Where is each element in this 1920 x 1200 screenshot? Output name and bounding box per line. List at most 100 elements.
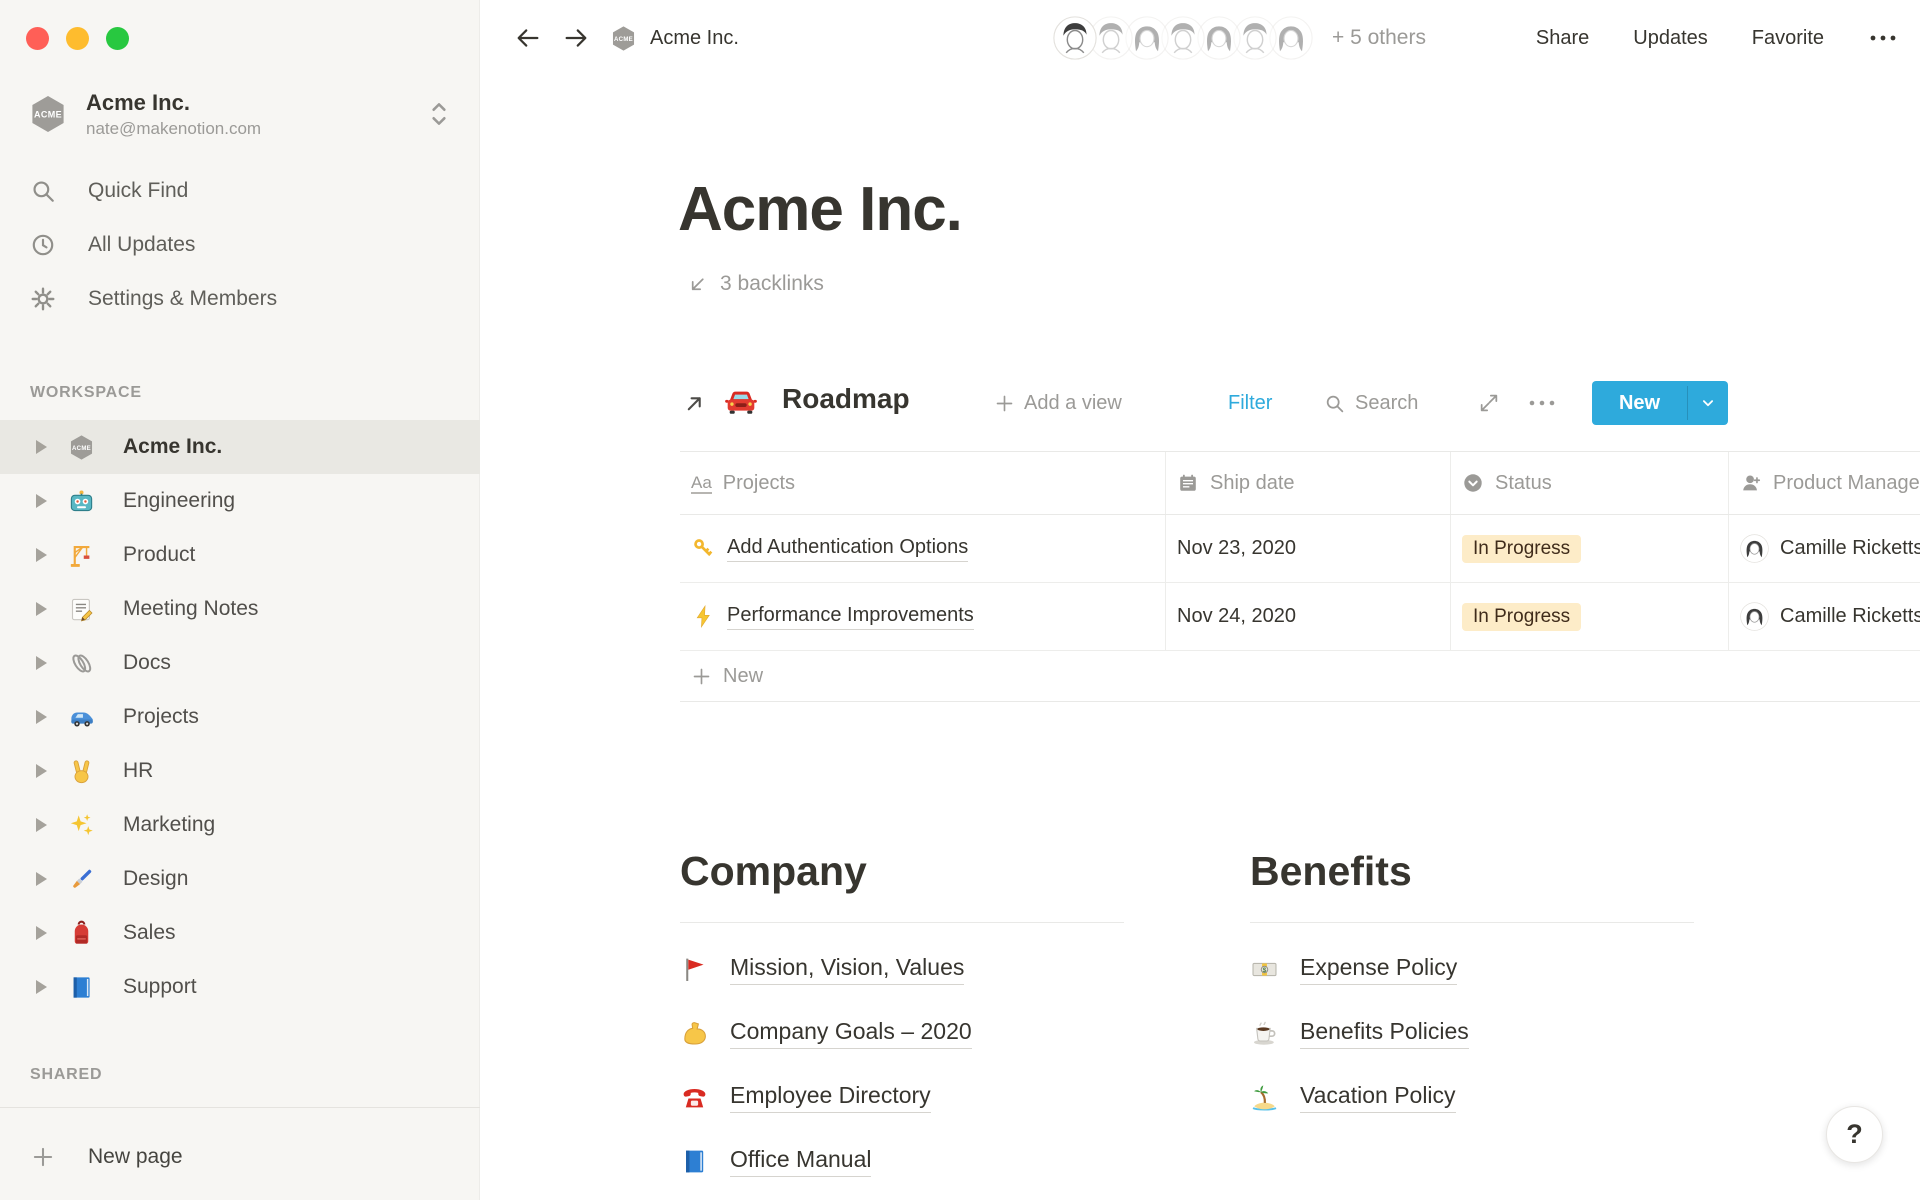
page-link-vacation-policy[interactable]: Vacation Policy <box>1250 1065 1722 1129</box>
phone-icon <box>680 1083 709 1112</box>
sidebar-page-engineering[interactable]: Engineering <box>0 474 480 528</box>
filter-button[interactable]: Filter <box>1228 379 1272 427</box>
expand-toggle-icon[interactable] <box>36 710 47 724</box>
collection-title[interactable]: Roadmap <box>782 383 910 415</box>
updates-button[interactable]: Updates <box>1633 27 1708 50</box>
page-link-company-goals[interactable]: Company Goals – 2020 <box>680 1001 1152 1065</box>
sidebar-item-label: Settings & Members <box>88 287 277 311</box>
backlink-arrow-icon <box>686 273 709 296</box>
avatar-overflow-count[interactable]: + 5 others <box>1332 0 1426 76</box>
expand-toggle-icon[interactable] <box>36 764 47 778</box>
favorite-button[interactable]: Favorite <box>1752 27 1824 50</box>
project-link[interactable]: Performance Improvements <box>727 604 974 630</box>
workspace-switcher[interactable]: Acme Inc. nate@makenotion.com <box>14 84 466 144</box>
avatar <box>1740 602 1769 631</box>
help-button[interactable]: ? <box>1826 1106 1883 1163</box>
backlinks-button[interactable]: 3 backlinks <box>686 272 824 296</box>
expand-toggle-icon[interactable] <box>36 980 47 994</box>
back-arrow-icon[interactable] <box>514 24 542 52</box>
sidebar-page-product[interactable]: Product <box>0 528 480 582</box>
sidebar-item-settings-members[interactable]: Settings & Members <box>0 272 480 326</box>
sidebar-page-marketing[interactable]: Marketing <box>0 798 480 852</box>
chevron-up-down-icon[interactable] <box>426 99 452 129</box>
expand-toggle-icon[interactable] <box>36 602 47 616</box>
acme-logo <box>68 434 95 461</box>
page-link-mission-vision-values[interactable]: Mission, Vision, Values <box>680 937 1152 1001</box>
flag-icon <box>680 955 709 984</box>
key-icon <box>691 536 716 561</box>
workspace-meta: Acme Inc. nate@makenotion.com <box>86 90 261 139</box>
column-header-ship-date[interactable]: Ship date <box>1166 452 1451 514</box>
expand-toggle-icon[interactable] <box>36 494 47 508</box>
sidebar-page-design[interactable]: Design <box>0 852 480 906</box>
more-options-icon[interactable] <box>1868 26 1898 50</box>
expand-toggle-icon[interactable] <box>36 440 47 454</box>
expand-toggle-icon[interactable] <box>36 818 47 832</box>
expand-toggle-icon[interactable] <box>36 548 47 562</box>
project-cell[interactable]: Performance Improvements <box>680 583 1166 650</box>
sidebar-page-support[interactable]: Support <box>0 960 480 1014</box>
text-property-icon: Aa <box>691 473 712 494</box>
forward-arrow-icon[interactable] <box>562 24 590 52</box>
robot-icon <box>68 488 95 515</box>
share-button[interactable]: Share <box>1536 27 1589 50</box>
page-link-office-manual[interactable]: Office Manual <box>680 1129 1152 1193</box>
sidebar-item-all-updates[interactable]: All Updates <box>0 218 480 272</box>
new-item-dropdown[interactable] <box>1688 381 1728 425</box>
close-window-button[interactable] <box>26 27 49 50</box>
gear-icon <box>30 286 56 312</box>
zoom-window-button[interactable] <box>106 27 129 50</box>
new-page-button[interactable]: New page <box>0 1124 480 1190</box>
sidebar-page-meeting-notes[interactable]: Meeting Notes <box>0 582 480 636</box>
column-header-projects[interactable]: Aa Projects <box>680 452 1166 514</box>
page-link-benefits-policies[interactable]: Benefits Policies <box>1250 1001 1722 1065</box>
project-cell[interactable]: Add Authentication Options <box>680 515 1166 582</box>
book-icon <box>680 1147 709 1176</box>
column-label: Product Manager <box>1773 472 1920 495</box>
ship-date-cell[interactable]: Nov 24, 2020 <box>1166 583 1451 650</box>
page-link-label: Expense Policy <box>1300 954 1457 985</box>
new-item-button[interactable]: New <box>1592 381 1728 425</box>
status-cell[interactable]: In Progress <box>1451 583 1729 650</box>
add-view-button[interactable]: Add a view <box>994 379 1122 427</box>
open-as-page-icon[interactable] <box>682 391 707 416</box>
chevron-down-icon <box>1699 394 1717 412</box>
sidebar-page-sales[interactable]: Sales <box>0 906 480 960</box>
sidebar-page-docs[interactable]: Docs <box>0 636 480 690</box>
page-link-employee-directory[interactable]: Employee Directory <box>680 1065 1152 1129</box>
sidebar-page-projects[interactable]: Projects <box>0 690 480 744</box>
victory-hand-icon <box>68 758 95 785</box>
owner-cell[interactable]: Camille Ricketts <box>1729 583 1920 650</box>
project-link[interactable]: Add Authentication Options <box>727 536 968 562</box>
sidebar-page-hr[interactable]: HR <box>0 744 480 798</box>
table-row[interactable]: Performance Improvements Nov 24, 2020 In… <box>680 583 1920 651</box>
owner-cell[interactable]: Camille Ricketts <box>1729 515 1920 582</box>
new-item-label: New <box>1592 381 1687 425</box>
page-link-label: Office Manual <box>730 1146 871 1177</box>
expand-icon[interactable] <box>1478 392 1500 414</box>
page-link-label: Benefits Policies <box>1300 1018 1469 1049</box>
minimize-window-button[interactable] <box>66 27 89 50</box>
table-row[interactable]: Add Authentication Options Nov 23, 2020 … <box>680 515 1920 583</box>
viewer-avatars[interactable] <box>1053 16 1313 60</box>
section-divider <box>1250 922 1694 923</box>
sidebar-item-quick-find[interactable]: Quick Find <box>0 164 480 218</box>
person-icon <box>1740 472 1762 494</box>
shared-section-label: SHARED <box>30 1066 102 1084</box>
table-new-row-button[interactable]: New <box>680 651 1920 702</box>
status-cell[interactable]: In Progress <box>1451 515 1729 582</box>
plus-icon <box>30 1144 56 1170</box>
ship-date-cell[interactable]: Nov 23, 2020 <box>1166 515 1451 582</box>
breadcrumb[interactable]: Acme Inc. <box>610 0 739 76</box>
crane-icon <box>68 542 95 569</box>
expand-toggle-icon[interactable] <box>36 656 47 670</box>
collection-search-button[interactable]: Search <box>1324 379 1418 427</box>
sidebar-item-label: All Updates <box>88 233 195 257</box>
column-header-status[interactable]: Status <box>1451 452 1729 514</box>
page-link-expense-policy[interactable]: $ Expense Policy <box>1250 937 1722 1001</box>
collection-more-icon[interactable] <box>1528 396 1556 410</box>
expand-toggle-icon[interactable] <box>36 926 47 940</box>
column-header-product-manager[interactable]: Product Manager <box>1729 452 1920 514</box>
expand-toggle-icon[interactable] <box>36 872 47 886</box>
sidebar-page-acme-inc[interactable]: Acme Inc. <box>0 420 480 474</box>
